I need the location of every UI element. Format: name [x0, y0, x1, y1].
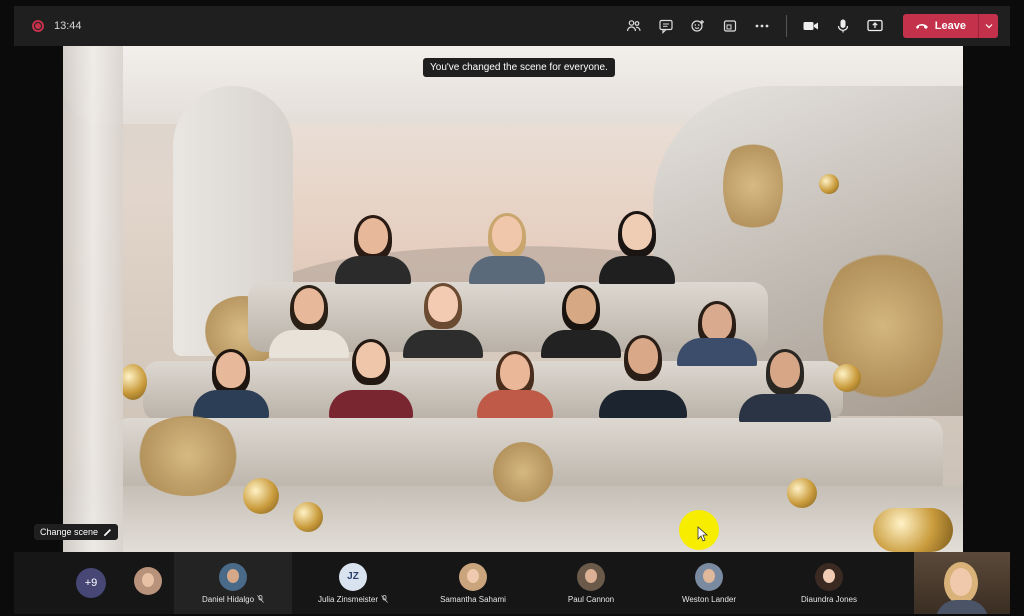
- share-tray-icon[interactable]: [714, 10, 746, 42]
- scene-gold-ornament: [787, 478, 817, 508]
- avatar: [577, 562, 605, 591]
- reactions-icon[interactable]: [682, 10, 714, 42]
- meeting-toolbar: Leave: [618, 6, 998, 46]
- participant-tile[interactable]: Paul Cannon: [532, 552, 650, 614]
- hang-up-icon: [915, 24, 928, 29]
- participant-seat: [193, 349, 269, 418]
- scene-dry-grass: [493, 442, 553, 502]
- meeting-timer: 13:44: [54, 20, 82, 32]
- participant-strip: +9 Daniel Hidalgo JZ Julia Zinsmeister S…: [14, 552, 1010, 614]
- leave-label: Leave: [934, 20, 966, 32]
- toolbar-divider: [785, 15, 787, 37]
- scene-gold-ornament: [873, 508, 953, 552]
- participant-tile[interactable]: Weston Lander: [650, 552, 768, 614]
- participant-seat: [599, 211, 675, 284]
- avatar: [134, 567, 162, 595]
- participant-name: Diaundra Jones: [800, 594, 858, 604]
- avatar: [695, 562, 723, 591]
- overflow-count: +9: [84, 577, 98, 589]
- camera-icon[interactable]: [795, 10, 827, 42]
- participant-seat: [739, 349, 831, 422]
- mic-off-icon: [381, 595, 388, 603]
- self-view-body: [936, 600, 988, 614]
- avatar: [815, 562, 843, 591]
- people-icon[interactable]: [618, 10, 650, 42]
- scene-curtain: [63, 46, 123, 552]
- participant-name: Daniel Hidalgo: [202, 595, 264, 604]
- participant-name: Julia Zinsmeister: [318, 595, 388, 604]
- scene-dry-grass: [723, 136, 783, 236]
- change-scene-label: Change scene: [40, 527, 99, 537]
- participant-tile[interactable]: Diaundra Jones: [770, 552, 888, 614]
- scene-gold-ornament: [119, 364, 147, 400]
- scene-changed-toast: You've changed the scene for everyone.: [423, 58, 615, 77]
- participant-name: Paul Cannon: [567, 594, 615, 604]
- participant-tile[interactable]: Daniel Hidalgo: [174, 552, 292, 614]
- chevron-down-icon: [985, 24, 992, 29]
- pencil-icon: [104, 528, 112, 536]
- more-participants-button[interactable]: +9: [76, 568, 106, 598]
- leave-button-group: Leave: [902, 14, 998, 38]
- self-view-video[interactable]: [914, 552, 1010, 614]
- avatar: [459, 562, 487, 591]
- scene-gold-ornament: [833, 364, 861, 392]
- participant-seat: [329, 339, 413, 418]
- avatar: [219, 562, 247, 591]
- participant-name: Samantha Sahami: [440, 594, 506, 604]
- participant-tile[interactable]: JZ Julia Zinsmeister: [294, 552, 412, 614]
- participant-name: Weston Lander: [681, 594, 737, 604]
- chat-icon[interactable]: [650, 10, 682, 42]
- participant-seat: [477, 351, 553, 418]
- self-view-face: [950, 568, 972, 596]
- share-screen-icon[interactable]: [859, 10, 891, 42]
- scene-gold-ornament: [819, 174, 839, 194]
- participant-seat: [403, 283, 483, 358]
- mouse-cursor-icon: [697, 526, 709, 542]
- together-mode-scene: You've changed the scene for everyone.: [63, 46, 963, 552]
- change-scene-button[interactable]: Change scene: [34, 524, 119, 540]
- scene-dry-grass: [133, 416, 243, 496]
- avatar: JZ: [339, 562, 367, 591]
- meeting-header: 13:44 Leave: [14, 6, 1010, 46]
- participant-seat: [335, 215, 411, 284]
- leave-button[interactable]: Leave: [902, 14, 978, 38]
- leave-options-button[interactable]: [978, 14, 998, 38]
- microphone-icon[interactable]: [827, 10, 859, 42]
- more-icon[interactable]: [746, 10, 778, 42]
- recording-dot-icon: [32, 20, 44, 32]
- scene-gold-ornament: [293, 502, 323, 532]
- participant-seat: [599, 335, 687, 418]
- mic-off-icon: [257, 595, 264, 603]
- scene-gold-ornament: [243, 478, 279, 514]
- participant-tile[interactable]: Samantha Sahami: [414, 552, 532, 614]
- participant-seat: [469, 213, 545, 284]
